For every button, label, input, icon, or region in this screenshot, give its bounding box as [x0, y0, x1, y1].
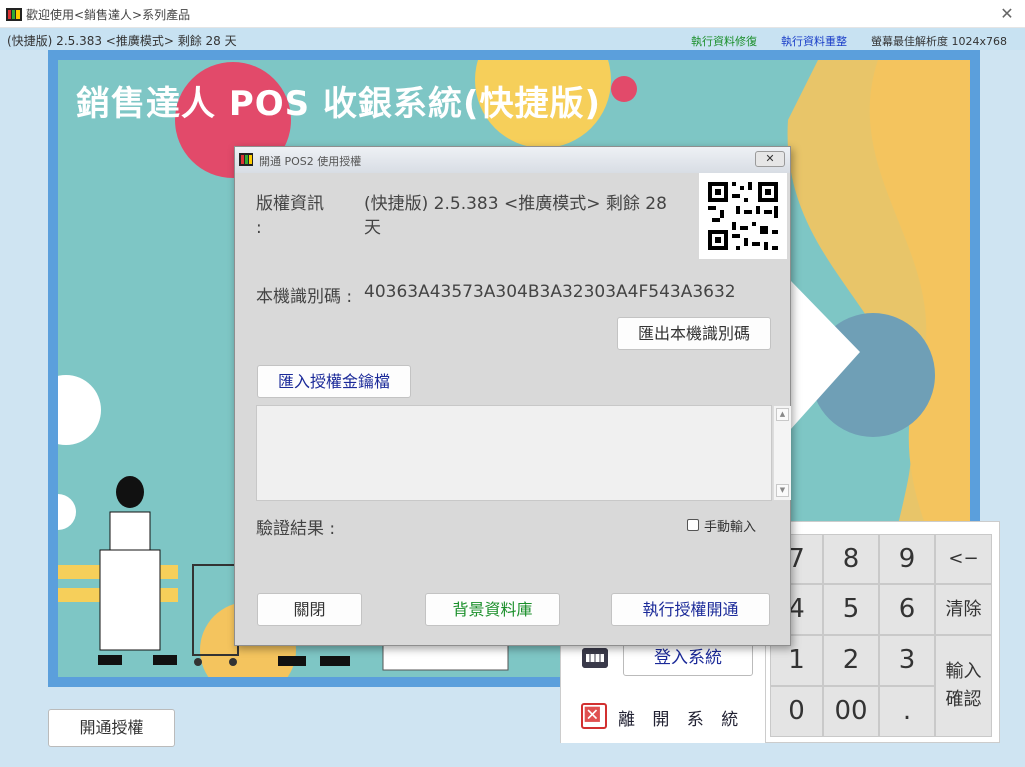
dialog-close-icon[interactable]: ✕ — [755, 151, 785, 167]
authorization-dialog: 開通 POS2 使用授權 ✕ 版權資訊 : (快捷版) 2.5.383 <推廣模… — [234, 146, 791, 646]
key-5[interactable]: 5 — [823, 584, 879, 635]
key-enter-confirm[interactable]: 輸入確認 — [935, 635, 992, 737]
execute-activation-button[interactable]: 執行授權開通 — [611, 593, 770, 626]
version-text: (快捷版) 2.5.383 <推廣模式> 剩餘 28 天 — [7, 34, 237, 48]
key-8[interactable]: 8 — [823, 534, 879, 584]
manual-input-label[interactable]: 手動輸入 — [704, 516, 756, 535]
exit-icon[interactable] — [581, 703, 607, 729]
numeric-keypad: 7 8 9 <− 4 5 6 清除 1 2 3 輸入確認 0 00 . — [765, 521, 1000, 743]
key-3[interactable]: 3 — [879, 635, 935, 686]
close-button[interactable]: 關閉 — [257, 593, 362, 626]
window-title: 歡迎使用<銷售達人>系列產品 — [26, 8, 191, 22]
import-license-key-button[interactable]: 匯入授權金鑰檔 — [257, 365, 411, 398]
key-backspace[interactable]: <− — [935, 534, 992, 584]
key-9[interactable]: 9 — [879, 534, 935, 584]
copyright-value: (快捷版) 2.5.383 <推廣模式> 剩餘 28 天 — [364, 194, 667, 238]
key-2[interactable]: 2 — [823, 635, 879, 686]
background-database-button[interactable]: 背景資料庫 — [425, 593, 560, 626]
data-reset-link[interactable]: 執行資料重整 — [781, 33, 847, 49]
key-6[interactable]: 6 — [879, 584, 935, 635]
license-key-textarea[interactable]: ▲ ▼ — [256, 405, 791, 501]
banner-title: 銷售達人 POS 收銀系統(快捷版) — [76, 84, 602, 124]
dialog-app-icon — [239, 153, 253, 166]
verify-result-label: 驗證結果 : — [256, 519, 336, 539]
dialog-title: 開通 POS2 使用授權 — [259, 155, 362, 168]
key-clear[interactable]: 清除 — [935, 584, 992, 635]
scroll-down-icon[interactable]: ▼ — [776, 484, 789, 497]
close-icon[interactable]: ✕ — [996, 3, 1018, 25]
license-scrollbar[interactable]: ▲ ▼ — [773, 406, 791, 500]
open-authorization-button[interactable]: 開通授權 — [48, 709, 175, 747]
app-icon — [6, 8, 22, 21]
key-0[interactable]: 0 — [770, 686, 823, 737]
manual-input-checkbox[interactable] — [687, 519, 699, 531]
keyboard-icon — [582, 648, 608, 668]
key-dot[interactable]: . — [879, 686, 935, 737]
data-repair-link[interactable]: 執行資料修復 — [691, 33, 757, 49]
machine-id-value: 40363A43573A304B3A32303A4F543A3632 — [364, 282, 736, 302]
key-00[interactable]: 00 — [823, 686, 879, 737]
resolution-text: 螢幕最佳解析度 1024x768 — [871, 35, 1007, 48]
exit-system-button[interactable]: 離 開 系 統 — [618, 705, 744, 730]
export-machine-id-button[interactable]: 匯出本機識別碼 — [617, 317, 771, 350]
scroll-up-icon[interactable]: ▲ — [776, 408, 789, 421]
copyright-label: 版權資訊 : — [256, 194, 324, 238]
qr-code-icon — [699, 173, 787, 259]
machine-id-label: 本機識別碼 : — [256, 287, 353, 307]
